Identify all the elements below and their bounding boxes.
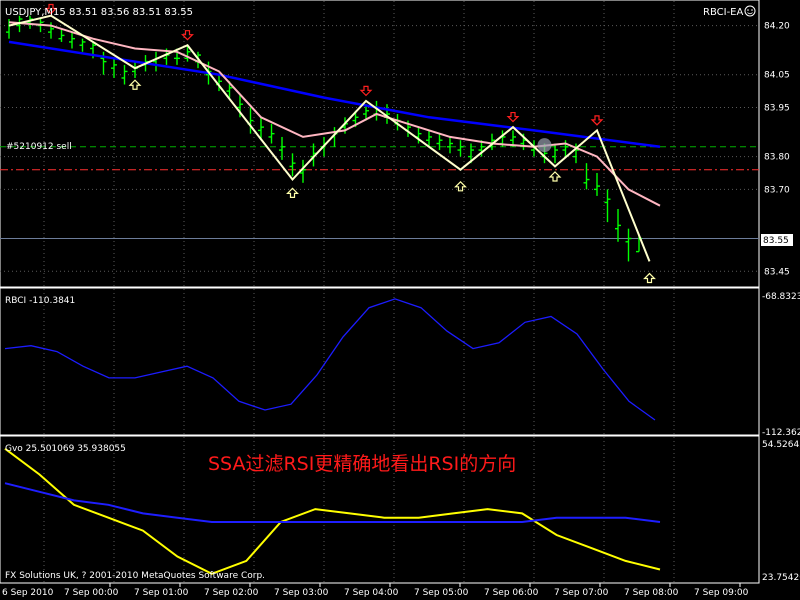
rbci-tick-bottom: -112.362 — [762, 428, 800, 438]
rbci-line — [4, 298, 656, 421]
gvo-tick-top: 54.526437 — [762, 440, 800, 450]
time-tick-label: 6 Sep 2010 — [2, 588, 54, 598]
time-tick-label: 7 Sep 08:00 — [624, 588, 679, 598]
time-tick-label: 7 Sep 07:00 — [554, 588, 609, 598]
buy-arrow-icon — [128, 79, 142, 90]
price-bar — [583, 163, 590, 190]
price-bar — [268, 123, 275, 144]
time-tick-label: 7 Sep 03:00 — [274, 588, 329, 598]
copyright-text: FX Solutions UK, ? 2001-2010 MetaQuotes … — [5, 571, 265, 581]
price-bar — [436, 133, 443, 151]
price-bar — [604, 189, 611, 223]
grid-lines — [0, 1, 759, 582]
symbol-label: USDJPY,M15 83.51 83.56 83.51 83.55 — [5, 7, 193, 18]
time-tick-label: 7 Sep 09:00 — [694, 588, 749, 598]
price-tick-label: 83.80 — [764, 153, 790, 163]
buy-arrow-icon — [548, 171, 562, 182]
ea-label: RBCI-EA — [703, 7, 743, 18]
time-tick-label: 7 Sep 06:00 — [484, 588, 539, 598]
price-tick-label: 83.70 — [764, 185, 790, 195]
price-bar — [594, 172, 600, 196]
zigzag-line — [8, 14, 651, 262]
price-tick-label: 83.45 — [764, 267, 790, 277]
gvo-tick-bottom: 23.75426 — [762, 573, 800, 583]
price-bar — [132, 61, 138, 78]
price-bar — [79, 38, 86, 52]
current-price-text: 83.55 — [763, 236, 789, 246]
price-tick-label: 84.20 — [764, 22, 790, 32]
y-axis-ticks: 84.20 84.05 83.95 83.80 83.70 83.45 -68.8323 -1… — [762, 22, 800, 583]
order-label: #5210912 sell — [6, 142, 72, 152]
order-levels — [0, 146, 759, 239]
rbci-indicator — [4, 298, 656, 421]
smiley-icon[interactable] — [744, 5, 756, 17]
price-bar — [625, 228, 632, 262]
sell-arrow-icon — [506, 111, 520, 123]
price-bar — [457, 140, 464, 157]
rbci-title: RBCI -110.3841 — [5, 296, 75, 306]
price-bar — [615, 209, 621, 242]
price-tick-label: 83.95 — [764, 103, 790, 113]
buy-arrow-icon — [643, 272, 656, 284]
time-tick-label: 7 Sep 02:00 — [204, 588, 259, 598]
time-tick-label: 7 Sep 05:00 — [414, 588, 469, 598]
gvo-title: Gvo 25.501069 35.938055 — [5, 444, 126, 454]
time-tick-label: 7 Sep 00:00 — [64, 588, 119, 598]
price-bar — [121, 64, 128, 85]
price-tick-label: 84.05 — [764, 71, 790, 81]
position-marker — [537, 138, 552, 153]
time-tick-label: 7 Sep 01:00 — [134, 588, 189, 598]
sell-arrow-icon — [359, 85, 373, 97]
watermark-caption: SSA过滤RSI更精确地看出RSI的方向 — [208, 453, 516, 475]
sell-arrow-icon — [590, 115, 604, 126]
price-bar — [58, 28, 65, 42]
price-bar — [447, 136, 453, 154]
sell-arrow-icon — [181, 30, 194, 41]
time-tick-label: 7 Sep 04:00 — [344, 588, 399, 598]
rbci-tick-top: -68.8323 — [762, 292, 800, 302]
x-axis-ticks: 6 Sep 2010 7 Sep 00:00 7 Sep 01:00 7 Sep 02… — [2, 583, 749, 598]
price-bar — [289, 153, 296, 177]
price-bar — [69, 32, 75, 49]
chart-canvas: 84.20 84.05 83.95 83.80 83.70 83.45 -68.8323 -1… — [0, 0, 800, 598]
price-bar — [153, 51, 159, 72]
